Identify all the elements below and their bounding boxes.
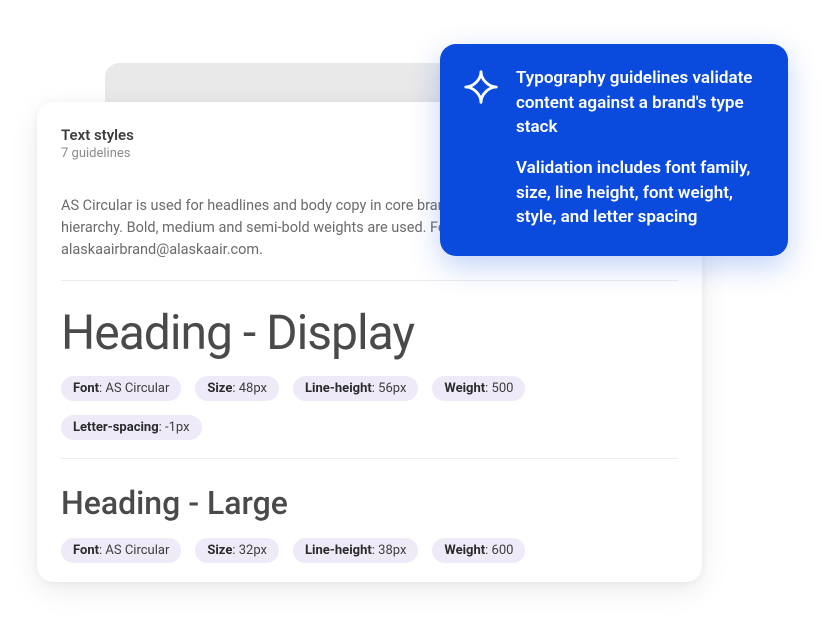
style-name: Heading - Display [61, 307, 678, 360]
tag-font: Font: AS Circular [61, 538, 181, 563]
tag-line-height: Line-height: 38px [293, 538, 418, 563]
tag-weight: Weight: 600 [432, 538, 525, 563]
callout-paragraph-1: Typography guidelines validate content a… [516, 66, 762, 140]
style-tags: Font: AS Circular Size: 32px Line-height… [61, 538, 678, 563]
tag-line-height: Line-height: 56px [293, 376, 418, 401]
tag-weight: Weight: 500 [432, 376, 525, 401]
sparkle-icon [462, 68, 500, 106]
typography-callout: Typography guidelines validate content a… [440, 44, 788, 256]
callout-text: Typography guidelines validate content a… [516, 66, 762, 230]
style-block-display: Heading - Display Font: AS Circular Size… [61, 281, 678, 459]
style-name: Heading - Large [61, 485, 678, 522]
style-tags: Font: AS Circular Size: 48px Line-height… [61, 376, 678, 440]
tag-letter-spacing: Letter-spacing: -1px [61, 415, 202, 440]
callout-paragraph-2: Validation includes font family, size, l… [516, 156, 762, 230]
tag-size: Size: 32px [195, 538, 279, 563]
tag-size: Size: 48px [195, 376, 279, 401]
style-block-large: Heading - Large Font: AS Circular Size: … [61, 459, 678, 581]
tag-font: Font: AS Circular [61, 376, 181, 401]
